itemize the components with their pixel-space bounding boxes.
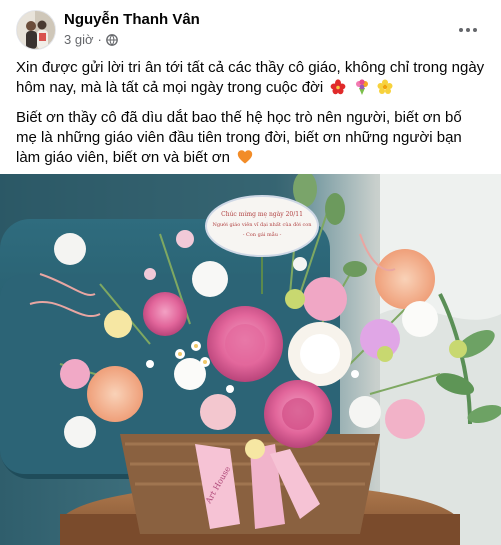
post-time[interactable]: 3 giờ [64,32,94,47]
post-paragraph-2: Biết ơn thầy cô đã dìu dắt bao thế hệ họ… [16,108,486,168]
hibiscus-emoji-icon [330,79,346,95]
blossom-emoji-icon [377,79,393,94]
bouquet-emoji-icon [355,79,368,95]
orange-heart-emoji-icon [237,150,253,164]
post-meta: 3 giờ · [64,32,118,47]
card-line-3: - Con gái mẫu - [243,230,282,238]
card-line-1: Chúc mừng mẹ ngày 20/11 [221,211,303,218]
avatar-photo [17,11,55,49]
author-avatar[interactable] [16,10,56,50]
flower-basket-image: Chúc mừng mẹ ngày 20/11 Người giáo viên … [0,174,501,545]
post-header: Nguyễn Thanh Vân 3 giờ · [16,10,486,54]
more-dot-icon [459,28,463,32]
more-dot-icon [473,28,477,32]
post-text: Xin được gửi lời tri ân tới tất cả các t… [16,58,486,178]
more-dot-icon [466,28,470,32]
post-paragraph-1: Xin được gửi lời tri ân tới tất cả các t… [16,58,486,98]
card-line-2: Người giáo viên vĩ đại nhất của đời con [212,221,312,228]
paragraph-1-text: Xin được gửi lời tri ân tới tất cả các t… [16,59,485,96]
globe-icon[interactable] [105,33,118,46]
facebook-post: Nguyễn Thanh Vân 3 giờ · Xin được gửi lờ… [0,0,501,545]
more-options-button[interactable] [454,16,482,44]
meta-separator: · [97,32,102,47]
post-photo[interactable]: Chúc mừng mẹ ngày 20/11 Người giáo viên … [0,174,501,545]
author-name[interactable]: Nguyễn Thanh Vân [64,11,200,28]
